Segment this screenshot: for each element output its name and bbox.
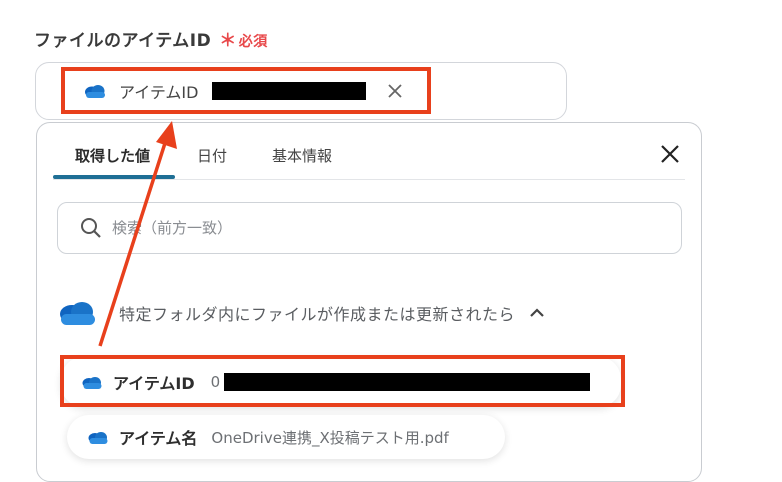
- chevron-up-icon[interactable]: [529, 307, 545, 319]
- tab-basic-info[interactable]: 基本情報: [272, 145, 332, 166]
- item-value: OneDrive連携_X投稿テスト用.pdf: [211, 428, 449, 447]
- chip-label: アイテムID: [119, 82, 199, 102]
- onedrive-cloud-icon: [82, 376, 102, 389]
- item-name: アイテムID: [113, 374, 195, 393]
- redacted-value: [212, 81, 367, 100]
- remove-chip-icon[interactable]: [386, 82, 404, 100]
- redacted-value: [224, 373, 591, 391]
- value-picker-dropdown: 取得した値 日付 基本情報 特定フォルダ内にファイルが作成または更新されたら ア…: [36, 122, 702, 482]
- trigger-group-header[interactable]: 特定フォルダ内にファイルが作成または更新されたら: [57, 299, 545, 327]
- close-icon[interactable]: [659, 143, 681, 165]
- onedrive-cloud-icon: [88, 431, 108, 444]
- tab-divider: [53, 179, 685, 180]
- search-field[interactable]: [57, 202, 682, 254]
- list-item-item-name[interactable]: アイテム名 OneDrive連携_X投稿テスト用.pdf: [67, 415, 505, 459]
- selected-value-chip[interactable]: アイテムID: [61, 67, 431, 114]
- item-name: アイテム名: [119, 429, 198, 448]
- item-value-prefix: 0: [210, 373, 221, 391]
- active-tab-indicator: [53, 175, 175, 179]
- tab-acquired-values[interactable]: 取得した値: [75, 145, 150, 166]
- tab-date[interactable]: 日付: [197, 145, 227, 166]
- field-label-text: ファイルのアイテムID: [34, 31, 212, 51]
- list-item-item-id[interactable]: アイテムID 0: [61, 357, 621, 407]
- search-input[interactable]: [110, 218, 654, 238]
- search-icon: [81, 218, 101, 238]
- onedrive-cloud-icon: [85, 84, 105, 98]
- group-title: 特定フォルダ内にファイルが作成または更新されたら: [119, 305, 516, 324]
- onedrive-cloud-icon: [60, 302, 95, 325]
- required-label: 必須: [238, 34, 268, 50]
- field-label: ファイルのアイテムID ＊必須: [34, 26, 268, 51]
- required-star: ＊: [219, 31, 237, 51]
